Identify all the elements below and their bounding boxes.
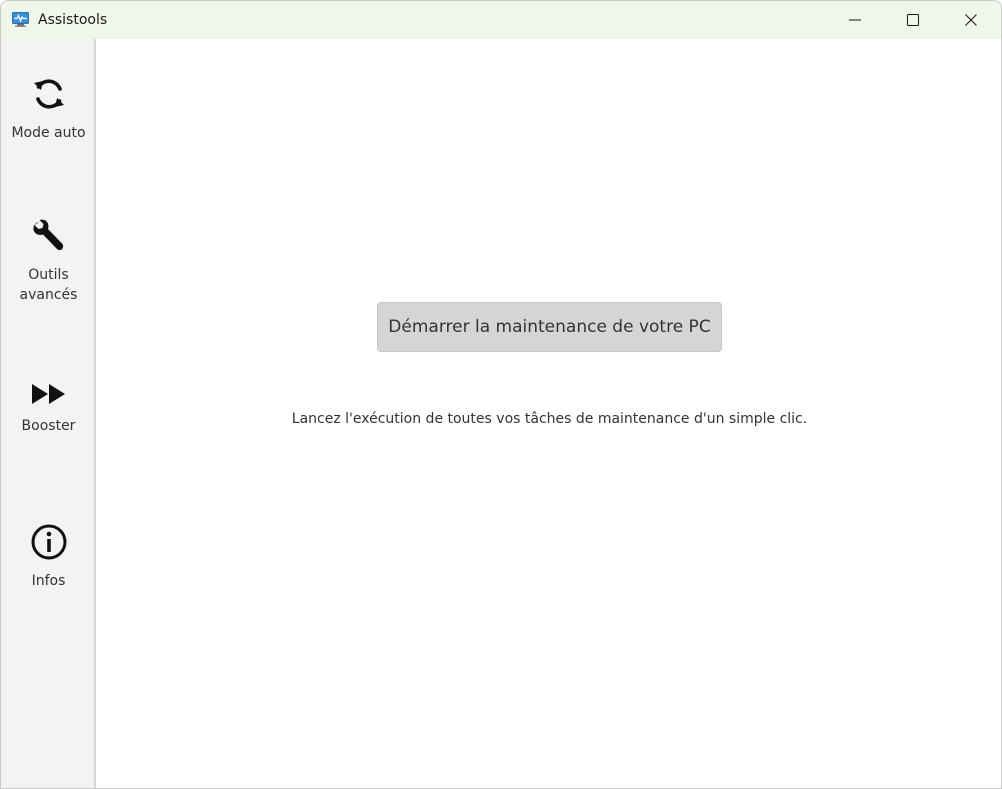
sidebar-item-outils-avances[interactable]: Outils avancés bbox=[1, 219, 96, 305]
sidebar: Mode auto Outils avancés Booster Infos bbox=[1, 39, 96, 788]
sidebar-item-infos[interactable]: Infos bbox=[1, 523, 96, 591]
maximize-icon bbox=[907, 14, 919, 26]
main-content: Démarrer la maintenance de votre PC Lanc… bbox=[97, 39, 1001, 788]
minimize-icon bbox=[849, 14, 861, 26]
description-text: Lancez l'exécution de toutes vos tâches … bbox=[291, 411, 808, 427]
info-icon bbox=[30, 523, 68, 561]
monitor-pulse-icon bbox=[12, 12, 29, 27]
sidebar-item-label: Booster bbox=[21, 418, 76, 434]
minimize-button[interactable] bbox=[826, 1, 884, 39]
maximize-button[interactable] bbox=[884, 1, 942, 39]
sidebar-item-label: Mode auto bbox=[11, 125, 86, 141]
sidebar-item-mode-auto[interactable]: Mode auto bbox=[1, 75, 96, 143]
close-icon bbox=[965, 14, 977, 26]
sidebar-item-label: Outils avancés bbox=[19, 267, 78, 303]
close-button[interactable] bbox=[942, 1, 1000, 39]
window-title: Assistools bbox=[38, 12, 108, 28]
sidebar-item-label: Infos bbox=[31, 573, 66, 589]
start-maintenance-button[interactable]: Démarrer la maintenance de votre PC bbox=[377, 302, 722, 352]
wrench-icon bbox=[31, 219, 67, 255]
fast-forward-icon bbox=[31, 382, 67, 406]
sidebar-item-booster[interactable]: Booster bbox=[1, 382, 96, 436]
refresh-icon bbox=[31, 75, 67, 113]
app-window: Assistools Mode auto Outils avancés Boos… bbox=[0, 0, 1002, 789]
title-bar[interactable]: Assistools bbox=[1, 1, 1001, 39]
